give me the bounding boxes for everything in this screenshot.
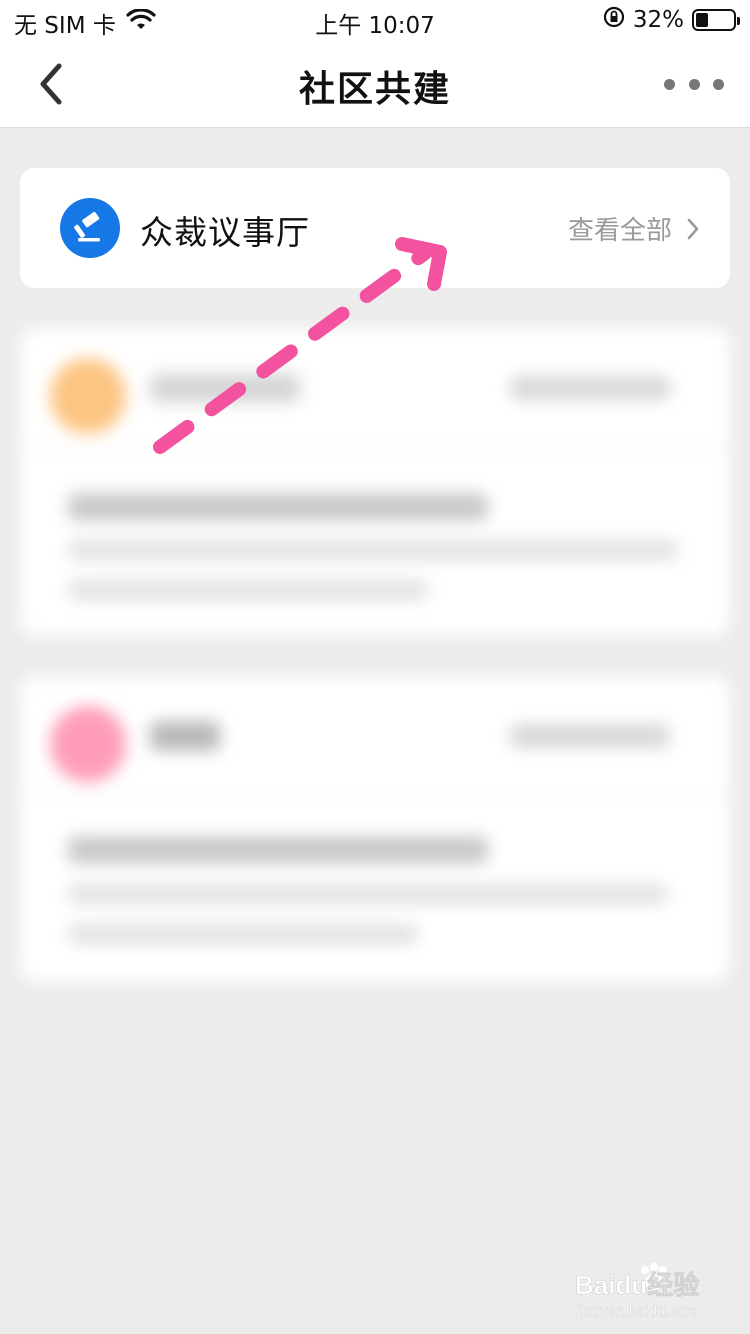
battery-percent: 32% (632, 7, 684, 33)
text-placeholder (68, 493, 488, 521)
baidu-watermark: Baidu经验 jingyan.baidu.com (575, 1262, 735, 1322)
hall-card[interactable]: 众裁议事厅 查看全部 (20, 168, 730, 288)
svg-text:Baidu经验: Baidu经验 (575, 1270, 699, 1300)
battery-level-fill (696, 13, 708, 27)
view-all-link[interactable]: 查看全部 (568, 210, 700, 247)
feed-card-blurred[interactable] (20, 328, 730, 636)
author-placeholder (150, 373, 300, 403)
page-title: 社区共建 (298, 69, 451, 110)
avatar (50, 706, 126, 782)
feed-card-blurred[interactable] (20, 676, 730, 982)
author-placeholder (150, 721, 220, 751)
text-placeholder (68, 540, 678, 560)
status-bar: 无 SIM 卡 上午 10:07 32% (0, 0, 750, 40)
divider (20, 446, 730, 447)
text-placeholder (68, 884, 668, 904)
text-placeholder (68, 580, 428, 600)
more-dot-icon (664, 78, 675, 90)
text-placeholder (68, 836, 488, 864)
gavel-icon (60, 198, 120, 258)
navigation-bar: 社区共建 (0, 40, 750, 128)
status-right: 32% (603, 6, 740, 34)
hall-title: 众裁议事厅 (140, 213, 310, 252)
battery-cap (737, 17, 740, 25)
more-dot-icon (688, 78, 700, 90)
more-button[interactable] (664, 60, 724, 108)
divider (20, 794, 730, 795)
battery-icon (692, 9, 740, 31)
meta-placeholder (510, 376, 670, 400)
avatar (50, 358, 126, 434)
chevron-right-icon (687, 218, 699, 239)
more-dot-icon (713, 78, 724, 90)
text-placeholder (68, 924, 418, 944)
svg-text:jingyan.baidu.com: jingyan.baidu.com (576, 1303, 698, 1320)
meta-placeholder (510, 724, 670, 748)
rotation-lock-icon (603, 6, 625, 34)
view-all-label: 查看全部 (567, 216, 672, 246)
